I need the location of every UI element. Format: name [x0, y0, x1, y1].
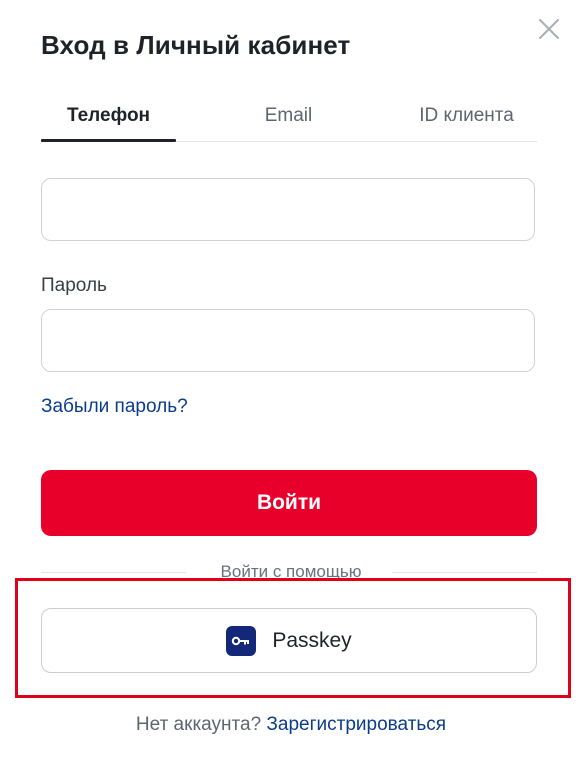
tab-client-id[interactable]: ID клиента	[396, 92, 537, 141]
password-label: Пароль	[41, 275, 107, 296]
close-icon[interactable]	[537, 17, 561, 41]
key-icon	[226, 625, 257, 656]
active-tab-indicator	[41, 139, 176, 142]
passkey-label: Passkey	[272, 628, 352, 652]
tab-email[interactable]: Email	[216, 92, 361, 141]
phone-input[interactable]	[41, 178, 535, 241]
divider-right	[392, 572, 537, 573]
register-prompt: Нет аккаунта? Зарегистрироваться	[0, 714, 582, 736]
register-link[interactable]: Зарегистрироваться	[266, 714, 446, 735]
tab-phone[interactable]: Телефон	[41, 92, 176, 141]
forgot-password-link[interactable]: Забыли пароль?	[41, 396, 188, 418]
no-account-text: Нет аккаунта?	[135, 714, 262, 735]
page-title: Вход в Личный кабинет	[41, 30, 351, 60]
passkey-button[interactable]: Passkey	[41, 608, 537, 673]
login-method-tabs: Телефон Email ID клиента	[41, 92, 537, 142]
password-input[interactable]	[41, 309, 535, 372]
login-button[interactable]: Войти	[41, 470, 537, 536]
